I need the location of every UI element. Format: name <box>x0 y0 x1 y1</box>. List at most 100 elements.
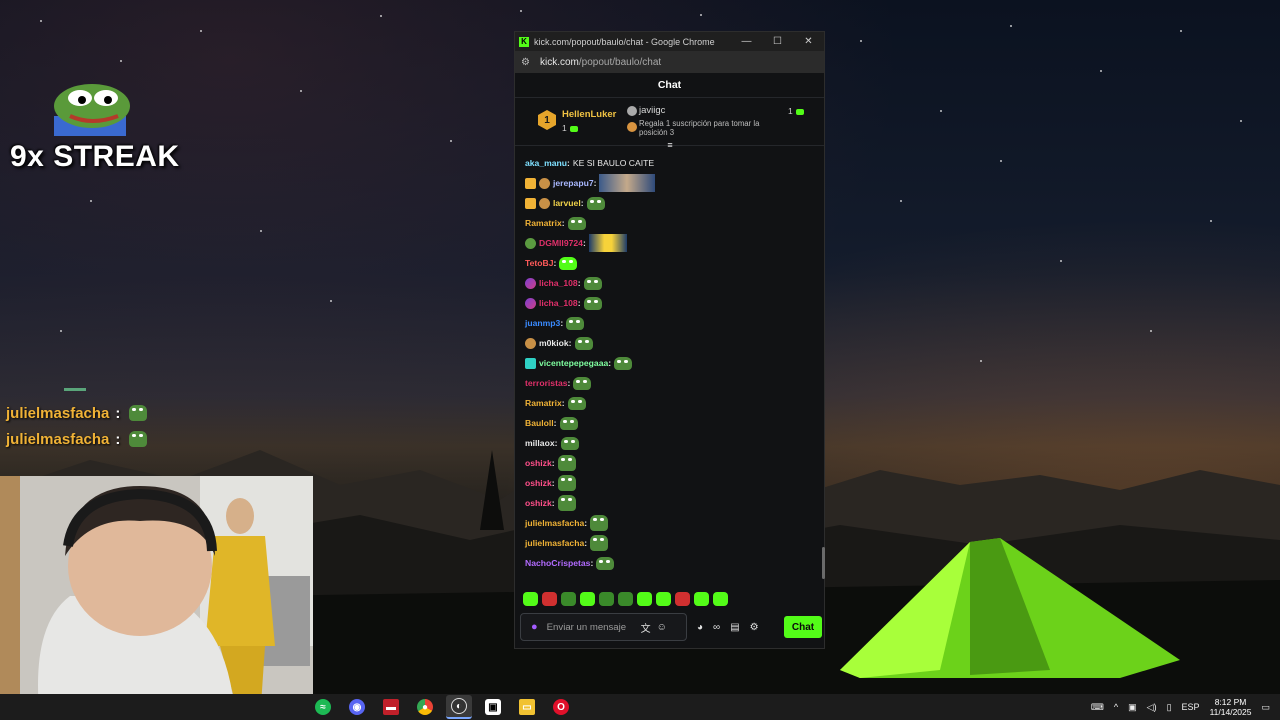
chat-username[interactable]: DGMII9724 <box>539 238 583 248</box>
address-bar[interactable]: ⚙ kick.com/popout/baulo/chat <box>515 51 824 73</box>
clock[interactable]: 8:12 PM 11/14/2025 <box>1210 697 1252 717</box>
file-explorer-icon[interactable]: ▭ <box>514 695 540 719</box>
leaderboard-user-1[interactable]: HellenLuker <box>562 109 616 120</box>
emote-icon <box>559 416 578 430</box>
chat-username[interactable]: licha_108 <box>539 278 578 288</box>
chat-username[interactable]: TetoBJ <box>525 258 554 268</box>
chat-message: julielmasfacha: <box>525 514 609 532</box>
chat-username[interactable]: oshizk <box>525 478 552 488</box>
overlay-chat-user: julielmasfacha <box>6 404 110 422</box>
chat-username[interactable]: terroristas <box>525 378 568 388</box>
language-indicator[interactable]: ESP <box>1182 702 1200 712</box>
site-settings-icon[interactable]: ⚙ <box>521 57 530 68</box>
chat-message: julielmasfacha: <box>525 534 609 552</box>
points-icon[interactable]: ◕ <box>697 622 703 633</box>
collapse-icon[interactable]: ≡ <box>665 141 675 150</box>
emote-icon <box>573 376 592 390</box>
chat-username[interactable]: millaox <box>525 438 555 448</box>
chrome-icon[interactable]: ● <box>412 695 438 719</box>
quick-emote-icon[interactable] <box>675 592 690 606</box>
chat-colon: : <box>593 178 597 188</box>
keyboard-icon[interactable]: ⌨ <box>1091 702 1104 713</box>
maximize-button[interactable]: ☐ <box>762 36 793 47</box>
overlay-chat-sep: : <box>115 404 121 422</box>
star <box>860 40 862 42</box>
send-chat-button[interactable]: Chat <box>784 616 822 638</box>
store-icon[interactable]: ▤ <box>730 622 739 633</box>
quick-emote-icon[interactable] <box>618 592 633 606</box>
overlay-chat: julielmasfacha : julielmasfacha : <box>6 388 148 452</box>
chat-username[interactable]: vicentepepegaaa <box>539 358 608 368</box>
chat-username[interactable]: Bauloll <box>525 418 554 428</box>
chat-message: jerepapu7: <box>525 174 656 192</box>
chat-username[interactable]: m0kiok <box>539 338 569 348</box>
chat-username[interactable]: jerepapu7 <box>553 178 594 188</box>
microphone-icon[interactable]: ● <box>531 621 538 633</box>
voicemeeter-icon[interactable]: ▬ <box>378 695 404 719</box>
chat-scrollbar[interactable] <box>822 547 825 579</box>
chat-colon: : <box>608 358 612 368</box>
battery-icon[interactable]: ▯ <box>1167 702 1172 713</box>
system-tray: ⌨ ^ ▣ ◁) ▯ ESP 8:12 PM 11/14/2025 ▭ <box>1091 694 1270 720</box>
chat-username[interactable]: licha_108 <box>539 298 578 308</box>
quick-emote-icon[interactable] <box>694 592 709 606</box>
chat-username[interactable]: Ramatrix <box>525 218 562 228</box>
chat-username[interactable]: julielmasfacha <box>525 538 584 548</box>
chat-username[interactable]: aka_manu <box>525 158 567 168</box>
window-controls: — ☐ ✕ <box>731 36 824 47</box>
overlay-chat-sep: : <box>115 430 121 448</box>
rank-badge: 1 <box>538 110 556 130</box>
star <box>450 140 452 142</box>
quick-emote-icon[interactable] <box>599 592 614 606</box>
chat-colon: : <box>582 238 586 248</box>
chat-username[interactable]: NachoCrispetas <box>525 558 590 568</box>
chat-input-box[interactable]: ● 文 ☺ <box>520 613 687 641</box>
chat-username[interactable]: larvuel <box>553 198 581 208</box>
obs-icon[interactable]: ◐ <box>446 695 472 719</box>
chat-colon: : <box>554 438 558 448</box>
emote-icon <box>599 174 656 192</box>
spotify-icon[interactable]: ≈ <box>310 695 336 719</box>
quick-emote-icon[interactable] <box>523 592 538 606</box>
quick-emote-icon[interactable] <box>713 592 728 606</box>
emote-icon <box>590 515 609 531</box>
quick-emote-icon[interactable] <box>542 592 557 606</box>
star <box>940 110 942 112</box>
streak-text: 9x STREAK <box>10 140 180 173</box>
translate-icon[interactable]: 文 <box>641 620 651 635</box>
sub-gift-leaderboard: 1 HellenLuker 1 javiigc Regala 1 suscrip… <box>515 98 824 150</box>
chat-input[interactable] <box>546 621 635 633</box>
star <box>40 20 42 22</box>
chat-username[interactable]: juanmp3 <box>525 318 560 328</box>
quick-emote-icon[interactable] <box>561 592 576 606</box>
chat-message: oshizk: <box>525 454 576 472</box>
infinity-icon[interactable]: ∞ <box>713 622 720 633</box>
star <box>1000 160 1002 162</box>
chevron-up-icon[interactable]: ^ <box>1114 702 1118 712</box>
chat-message: juanmp3: <box>525 314 585 332</box>
clock-time: 8:12 PM <box>1214 697 1247 707</box>
chat-username[interactable]: Ramatrix <box>525 398 562 408</box>
chat-username[interactable]: julielmasfacha <box>525 518 584 528</box>
opera-icon[interactable]: O <box>548 695 574 719</box>
minimize-button[interactable]: — <box>731 36 762 47</box>
window-title: kick.com/popout/baulo/chat - Google Chro… <box>534 36 715 47</box>
chat-username[interactable]: oshizk <box>525 458 552 468</box>
network-icon[interactable]: ▣ <box>1128 702 1137 713</box>
emote-icon <box>586 196 605 210</box>
app-icon[interactable]: ▣ <box>480 695 506 719</box>
chat-username[interactable]: oshizk <box>525 498 552 508</box>
quick-emote-icon[interactable] <box>580 592 595 606</box>
chat-colon: : <box>577 278 581 288</box>
star <box>1100 70 1102 72</box>
close-button[interactable]: ✕ <box>793 36 824 47</box>
quick-emote-icon[interactable] <box>637 592 652 606</box>
emote-icon <box>596 556 615 570</box>
volume-icon[interactable]: ◁) <box>1147 702 1157 713</box>
discord-icon[interactable]: ◉ <box>344 695 370 719</box>
leaderboard-user-2[interactable]: javiigc <box>639 105 665 116</box>
quick-emote-icon[interactable] <box>656 592 671 606</box>
settings-gear-icon[interactable]: ⚙ <box>750 622 759 633</box>
emoji-icon[interactable]: ☺ <box>657 622 667 633</box>
notifications-icon[interactable]: ▭ <box>1261 702 1270 713</box>
